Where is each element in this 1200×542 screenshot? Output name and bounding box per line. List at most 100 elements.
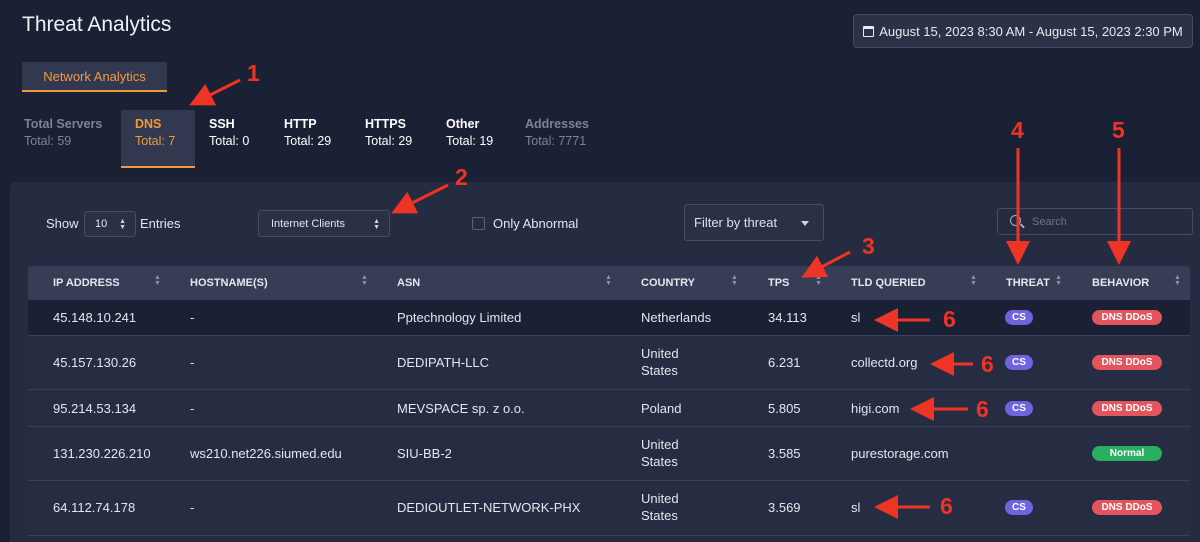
cell-ip: 64.112.74.178: [53, 500, 136, 515]
annotation-number: 2: [455, 164, 468, 190]
cell-ip: 95.214.53.134: [53, 401, 137, 416]
column-header-behavior[interactable]: BEHAVIOR: [1092, 277, 1149, 289]
stat-value: Total: 7771: [525, 134, 587, 148]
sort-icon[interactable]: ▲ ▼: [605, 274, 612, 287]
annotation-number: 6: [943, 306, 956, 332]
cell-hostname: -: [190, 310, 195, 325]
annotation-number: 6: [976, 396, 989, 422]
annotation-number: 6: [940, 493, 953, 519]
entries-select[interactable]: 10 ▲ ▼: [84, 211, 136, 237]
behavior-badge: DNS DDoS: [1092, 355, 1162, 370]
stat-name: HTTPS: [365, 117, 406, 131]
annotation-number: 3: [862, 233, 875, 259]
cell-tps: 34.113: [768, 310, 807, 325]
annotation-number: 4: [1011, 117, 1024, 143]
caret-down-icon: [801, 221, 809, 226]
table-row[interactable]: 95.214.53.134 - MEVSPACE sp. z o.o. Pola…: [28, 390, 1190, 427]
only-abnormal-checkbox[interactable]: [472, 217, 485, 230]
cell-country-line2: States: [641, 508, 678, 523]
column-header-tps[interactable]: TPS: [768, 277, 789, 289]
stat-value: Total: 29: [365, 134, 413, 148]
calendar-icon: [863, 25, 875, 37]
cell-country: Poland: [641, 401, 682, 416]
stat-value: Total: 59: [24, 134, 72, 148]
threat-badge[interactable]: CS: [1005, 401, 1033, 416]
sort-icon[interactable]: ▲ ▼: [815, 274, 822, 287]
threat-badge[interactable]: CS: [1005, 500, 1033, 515]
sort-icon[interactable]: ▲ ▼: [1055, 274, 1062, 287]
column-header-asn[interactable]: ASN: [397, 277, 420, 289]
table-header: IP ADDRESS ▲ ▼ HOSTNAME(S) ▲ ▼ ASN ▲ ▼ COUN…: [28, 266, 1190, 300]
search-placeholder: Search: [1032, 215, 1067, 228]
cell-tps: 3.585: [768, 446, 801, 461]
behavior-badge: DNS DDoS: [1092, 500, 1162, 515]
cell-tld: sl: [851, 500, 861, 515]
cell-tld: collectd.org: [851, 355, 918, 370]
sort-icon[interactable]: ▲ ▼: [361, 274, 368, 287]
cell-asn: MEVSPACE sp. z o.o.: [397, 401, 525, 416]
cell-asn: DEDIPATH-LLC: [397, 355, 489, 370]
cell-hostname: -: [190, 401, 195, 416]
annotation-number: 1: [247, 60, 260, 86]
cell-tps: 5.805: [768, 401, 801, 416]
threat-filter-select[interactable]: Filter by threat: [684, 204, 824, 241]
stat-name: Other: [446, 117, 480, 131]
table-row[interactable]: 64.112.74.178 - DEDIOUTLET-NETWORK-PHX U…: [28, 481, 1190, 536]
cell-asn: Pptechnology Limited: [397, 310, 522, 325]
sort-icon[interactable]: ▲ ▼: [1174, 274, 1181, 287]
column-header-country[interactable]: COUNTRY: [641, 277, 695, 289]
entries-label: Entries: [140, 216, 181, 231]
cell-tld: higi.com: [851, 401, 900, 416]
cell-asn: DEDIOUTLET-NETWORK-PHX: [397, 500, 581, 515]
cell-hostname: -: [190, 500, 195, 515]
table-row[interactable]: 45.157.130.26 - DEDIPATH-LLC United Stat…: [28, 336, 1190, 390]
stat-other[interactable]: Other Total: 19: [446, 110, 516, 168]
cell-country-line2: States: [641, 454, 678, 469]
sort-icon[interactable]: ▲ ▼: [154, 274, 161, 287]
stat-name: DNS: [135, 117, 162, 131]
stat-ssh[interactable]: SSH Total: 0: [209, 110, 269, 168]
cell-country-line2: States: [641, 363, 678, 378]
column-header-tld[interactable]: TLD QUERIED: [851, 277, 926, 289]
cell-country: United: [641, 491, 679, 506]
tab-network-analytics[interactable]: Network Analytics: [22, 62, 167, 92]
date-range-picker[interactable]: August 15, 2023 8:30 AM - August 15, 202…: [853, 14, 1193, 48]
stat-addresses[interactable]: Addresses Total: 7771: [525, 110, 605, 168]
behavior-badge: DNS DDoS: [1092, 401, 1162, 416]
stat-total-servers[interactable]: Total Servers Total: 59: [24, 110, 116, 168]
stat-http[interactable]: HTTP Total: 29: [284, 110, 354, 168]
client-type-select[interactable]: Internet Clients ▲ ▼: [258, 210, 390, 237]
threat-filter-value: Filter by threat: [694, 215, 778, 230]
sort-icon[interactable]: ▲ ▼: [970, 274, 977, 287]
column-header-hostname[interactable]: HOSTNAME(S): [190, 277, 268, 289]
cell-tld: sl: [851, 310, 861, 325]
annotation-number: 5: [1112, 117, 1125, 143]
stat-value: Total: 7: [135, 134, 176, 148]
select-arrows-icon: ▲ ▼: [373, 218, 380, 231]
cell-tld: purestorage.com: [851, 446, 949, 461]
cell-ip: 45.148.10.241: [53, 310, 137, 325]
cell-tps: 3.569: [768, 500, 801, 515]
annotation-arrow: [189, 78, 241, 106]
entries-value: 10: [95, 218, 108, 230]
table-row[interactable]: 45.148.10.241 - Pptechnology Limited Net…: [28, 300, 1190, 336]
stat-dns[interactable]: DNS Total: 7: [121, 110, 195, 168]
column-header-ip[interactable]: IP ADDRESS: [53, 277, 120, 289]
show-label: Show: [46, 216, 79, 231]
stat-value: Total: 29: [284, 134, 332, 148]
stat-https[interactable]: HTTPS Total: 29: [365, 110, 435, 168]
stat-value: Total: 0: [209, 134, 250, 148]
stat-name: Total Servers: [24, 117, 103, 131]
column-header-threat[interactable]: THREAT: [1006, 277, 1050, 289]
cell-country: United: [641, 437, 679, 452]
cell-country: United: [641, 346, 679, 361]
behavior-badge: Normal: [1092, 446, 1162, 461]
select-arrows-icon: ▲ ▼: [119, 218, 126, 231]
sort-icon[interactable]: ▲ ▼: [731, 274, 738, 287]
threat-badge[interactable]: CS: [1005, 310, 1033, 325]
stat-name: SSH: [209, 117, 235, 131]
search-input[interactable]: Search: [997, 208, 1193, 235]
table-row[interactable]: 131.230.226.210 ws210.net226.siumed.edu …: [28, 427, 1190, 481]
stat-name: HTTP: [284, 117, 317, 131]
threat-badge[interactable]: CS: [1005, 355, 1033, 370]
